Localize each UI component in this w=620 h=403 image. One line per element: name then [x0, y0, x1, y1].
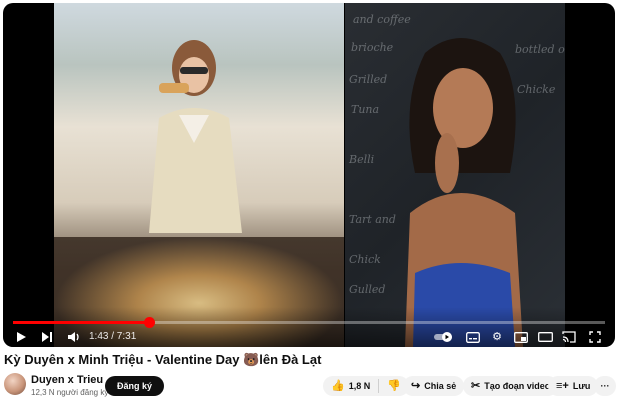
theater-mode-icon	[537, 332, 553, 342]
volume-icon	[67, 332, 79, 342]
like-button[interactable]: 👍 1,8 N	[331, 379, 371, 392]
save-label: Lưu	[572, 381, 591, 391]
youtube-watch-page: and coffee brioche Grilled Tuna Belli Ta…	[0, 0, 620, 403]
play-button[interactable]	[13, 329, 29, 345]
progress-bar[interactable]	[13, 317, 605, 328]
video-player[interactable]: and coffee brioche Grilled Tuna Belli Ta…	[3, 3, 615, 347]
subtitles-icon	[466, 331, 480, 343]
chalk-text: Grilled	[349, 73, 388, 86]
video-frame-right: and coffee brioche Grilled Tuna Belli Ta…	[345, 3, 565, 347]
miniplayer-icon	[514, 331, 528, 343]
channel-avatar[interactable]	[4, 373, 26, 395]
chalk-text: Gulled	[349, 283, 386, 296]
play-icon	[17, 332, 26, 342]
divider	[378, 379, 380, 393]
time-display: 1:43 / 7:31	[89, 331, 137, 342]
like-dislike-group: 👍 1,8 N 👎	[323, 376, 409, 396]
woman-portrait-illustration	[405, 38, 523, 347]
fullscreen-button[interactable]	[587, 329, 603, 345]
more-icon: ···	[600, 381, 610, 391]
thumbs-up-icon: 👍	[331, 379, 345, 392]
autoplay-toggle[interactable]	[433, 329, 455, 345]
woman-eating-illustration	[149, 40, 242, 233]
fullscreen-icon	[589, 331, 601, 343]
more-actions-button[interactable]: ···	[594, 376, 616, 396]
miniplayer-button[interactable]	[513, 329, 529, 345]
share-button[interactable]: ↪ Chia sẻ	[403, 376, 465, 396]
cast-icon	[562, 331, 576, 343]
progress-fill	[13, 321, 150, 324]
subtitles-button[interactable]	[465, 329, 481, 345]
like-count: 1,8 N	[348, 381, 371, 391]
scissors-icon: ✂	[471, 379, 481, 392]
subscribe-button[interactable]: Đăng ký	[105, 376, 165, 396]
thumbs-down-icon[interactable]: 👎	[387, 380, 401, 392]
autoplay-toggle-icon	[434, 332, 452, 342]
playlist-add-icon: ≡+	[556, 379, 569, 392]
chalk-text: Tuna	[351, 103, 380, 116]
clip-button[interactable]: ✂ Tạo đoạn video	[463, 376, 559, 396]
save-button[interactable]: ≡+ Lưu	[548, 376, 599, 396]
theater-mode-button[interactable]	[537, 329, 553, 345]
cast-button[interactable]	[561, 329, 577, 345]
settings-button[interactable]: ⚙	[489, 329, 505, 345]
share-label: Chia sẻ	[424, 381, 457, 391]
skip-next-icon	[42, 332, 52, 342]
video-title: Kỳ Duyên x Minh Triệu - Valentine Day 🐻l…	[4, 352, 322, 367]
chalk-text: Chick	[349, 253, 381, 266]
channel-name[interactable]: Duyen x Trieu	[31, 374, 103, 386]
share-icon: ↪	[411, 379, 421, 392]
next-button[interactable]	[39, 329, 55, 345]
clip-label: Tạo đoạn video	[484, 381, 551, 391]
gear-icon: ⚙	[492, 330, 502, 343]
volume-button[interactable]	[65, 329, 81, 345]
video-frame-left	[54, 3, 344, 347]
subscriber-count: 12,3 N người đăng ký	[31, 388, 109, 397]
chalk-text: Belli	[349, 153, 375, 166]
